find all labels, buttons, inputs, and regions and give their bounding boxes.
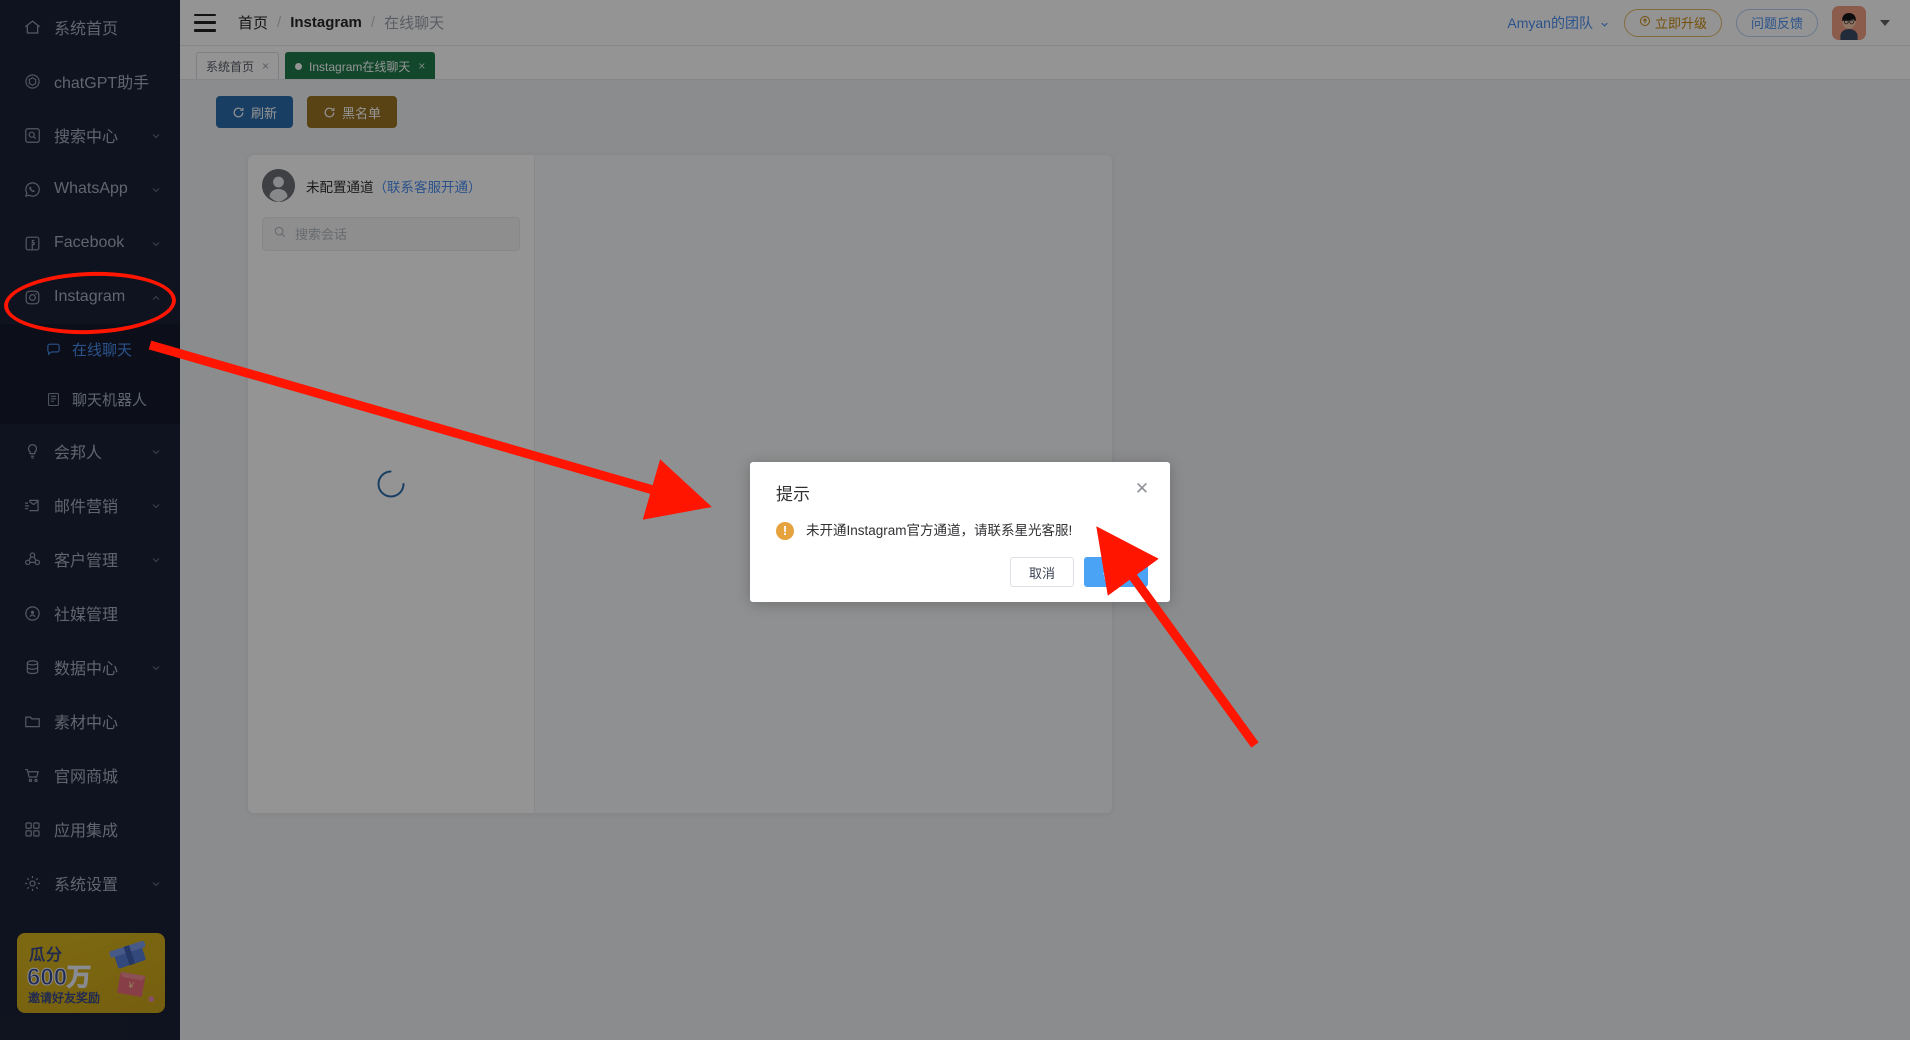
- app-root: 系统首页 chatGPT助手 搜索中心 WhatsApp Facebook In…: [0, 0, 1910, 1040]
- dialog-footer: 取消 确定: [1009, 557, 1148, 587]
- dialog-message: 未开通Instagram官方通道，请联系星光客服!: [806, 523, 1073, 538]
- confirm-button[interactable]: 确定: [1083, 557, 1148, 587]
- close-icon[interactable]: ✕: [1134, 480, 1150, 497]
- alert-dialog: 提示 ✕ ! 未开通Instagram官方通道，请联系星光客服! 取消 确定: [750, 462, 1170, 602]
- dialog-body: ! 未开通Instagram官方通道，请联系星光客服!: [776, 522, 1144, 540]
- dialog-title: 提示: [776, 485, 810, 504]
- cancel-button[interactable]: 取消: [1009, 557, 1074, 587]
- warning-icon: !: [776, 522, 794, 540]
